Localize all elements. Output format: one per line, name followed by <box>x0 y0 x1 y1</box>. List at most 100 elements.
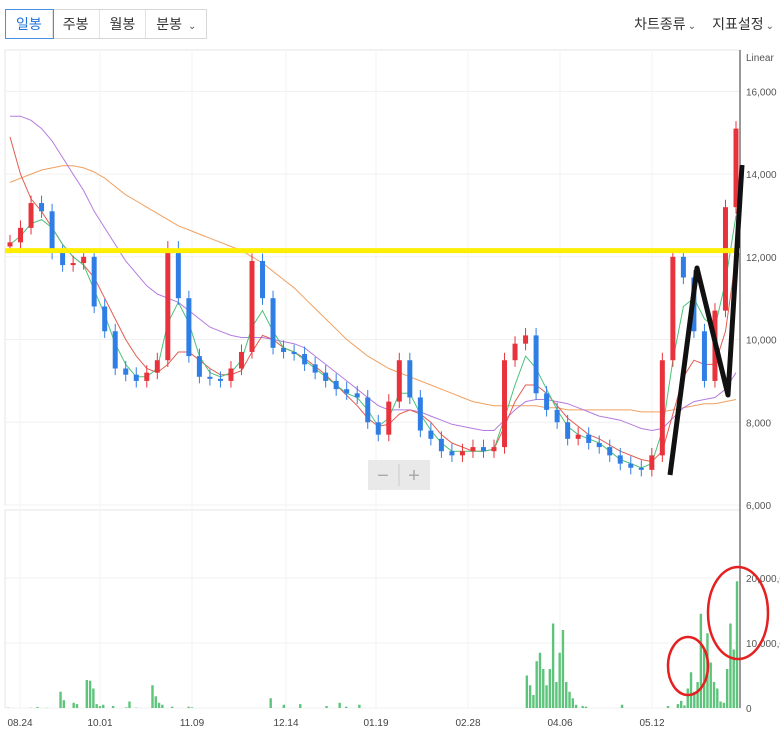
candle-body <box>533 335 539 394</box>
volume-bar <box>679 700 683 708</box>
ma-orange-line <box>9 165 737 413</box>
volume-bar <box>709 662 712 708</box>
candle-body <box>270 298 276 348</box>
volume-bar <box>722 702 726 708</box>
volume-bar <box>683 705 686 708</box>
volume-bar <box>170 706 174 708</box>
candle-body <box>281 347 287 352</box>
volume-bar <box>59 691 62 708</box>
candle-body <box>375 422 381 435</box>
candle-body <box>480 447 486 452</box>
volume-bar <box>338 702 341 708</box>
zoom-out-button[interactable]: − <box>377 465 389 487</box>
candle-body <box>417 397 423 431</box>
volume-bar <box>190 707 194 708</box>
volume-bar <box>535 661 538 708</box>
candle-body <box>396 360 402 402</box>
candle-body <box>649 455 655 470</box>
candle-body <box>628 463 634 468</box>
volume-bar <box>88 680 92 708</box>
x-tick-label: 11.09 <box>180 718 205 729</box>
volume-bar <box>574 704 578 708</box>
volume-bar <box>568 691 571 708</box>
volume-bar <box>358 704 361 708</box>
candle-body <box>701 331 707 381</box>
volume-bar <box>729 623 732 708</box>
volume-bar <box>102 704 105 708</box>
candle-body <box>407 360 413 398</box>
volume-bar <box>581 706 584 708</box>
candle-body <box>344 389 350 394</box>
volume-bar <box>282 704 286 708</box>
candle-body <box>638 467 644 470</box>
volume-bar <box>125 707 128 708</box>
volume-bar <box>75 704 79 708</box>
x-tick-label: 02.28 <box>455 718 480 729</box>
volume-bar <box>686 688 689 708</box>
candle-body <box>354 393 360 398</box>
candle-body <box>133 374 139 381</box>
candle-body <box>28 203 34 228</box>
tab-daily[interactable]: 일봉 <box>5 9 54 39</box>
x-tick-label: 08.24 <box>7 718 32 729</box>
candle-body <box>123 368 129 375</box>
candle-body <box>91 256 97 307</box>
candle-body <box>60 252 66 266</box>
candle-body <box>438 438 444 452</box>
candle-body <box>144 372 150 381</box>
candle-body <box>312 364 318 373</box>
candle-body <box>491 447 497 452</box>
candle-body <box>470 447 476 452</box>
candle-body <box>333 380 339 390</box>
volume-panel <box>4 509 741 709</box>
volume-bar <box>161 704 164 708</box>
volume-bar <box>565 682 568 708</box>
candle-body <box>607 447 613 456</box>
volume-bar <box>725 669 729 708</box>
volume-bar <box>151 685 154 708</box>
volume-bar <box>157 702 161 708</box>
x-tick-label: 04.06 <box>547 718 572 729</box>
volume-bar <box>571 698 575 708</box>
candle-body <box>722 207 728 311</box>
volume-tick-label: 0 <box>746 704 752 715</box>
volume-bar <box>620 704 624 708</box>
candle-body <box>175 248 181 299</box>
ma-purple-line <box>10 115 737 432</box>
candle-body <box>112 331 118 369</box>
candle-body <box>228 368 234 381</box>
candle-body <box>49 211 55 253</box>
volume-bar <box>98 706 102 708</box>
volume-bar <box>299 704 302 708</box>
volume-bar <box>111 706 115 708</box>
candle-body <box>596 442 602 448</box>
volume-bar <box>187 706 190 708</box>
volume-bar <box>85 680 89 708</box>
candle-body <box>70 263 76 266</box>
candle-body <box>18 227 24 243</box>
candle-body <box>670 256 676 361</box>
candle-body <box>459 451 465 456</box>
candle-body <box>196 356 202 377</box>
ma-green-line <box>9 215 737 469</box>
volume-bar <box>716 688 719 708</box>
y-tick-label: 16,000 <box>746 87 777 98</box>
candle-body <box>7 242 13 247</box>
volume-chart <box>6 581 739 708</box>
volume-bar <box>528 685 532 708</box>
ma-red-line <box>9 136 737 463</box>
volume-bar <box>712 682 716 708</box>
volume-bar <box>92 688 95 708</box>
volume-bar <box>689 672 693 708</box>
zoom-in-button[interactable]: + <box>408 465 420 487</box>
candle-body <box>565 422 571 439</box>
candle-body <box>512 343 518 361</box>
volume-bar <box>525 675 529 708</box>
candle-body <box>323 372 329 381</box>
y-tick-label: 14,000 <box>746 170 777 181</box>
candle-body <box>365 397 371 423</box>
y-tick-label: 8,000 <box>746 418 771 429</box>
candle-body <box>39 203 45 212</box>
volume-bar <box>128 701 131 708</box>
x-tick-label: 10.01 <box>87 718 112 729</box>
